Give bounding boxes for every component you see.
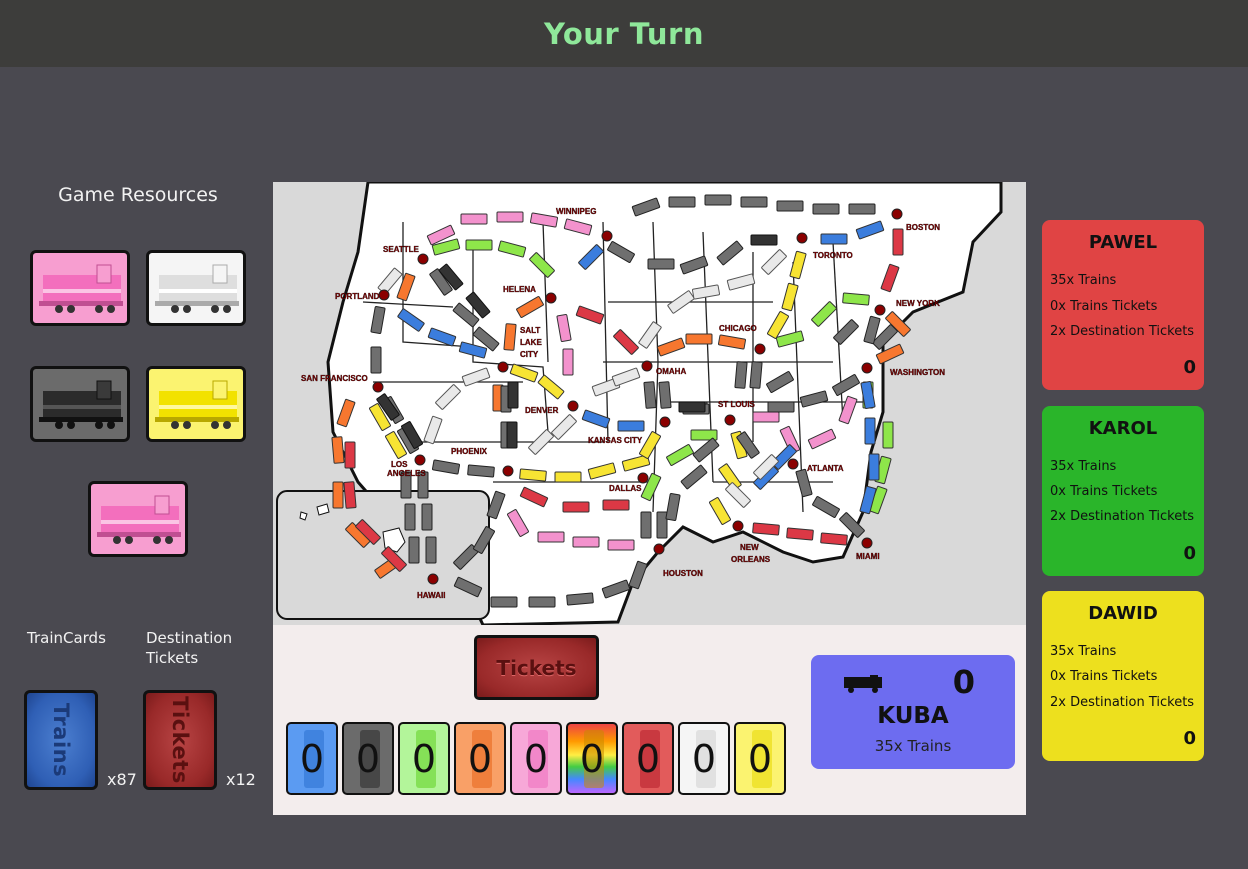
face-up-card-pink[interactable] <box>88 481 188 557</box>
player-hand: 0 0 0 0 0 0 0 0 0 <box>286 722 786 795</box>
train-car-icon <box>97 495 181 544</box>
opponent-destination-tickets: 2x Destination Tickets <box>1050 695 1195 710</box>
svg-text:ST LOUIS: ST LOUIS <box>718 400 756 409</box>
train-deck-label: TrainCards <box>27 629 106 647</box>
train-car-icon <box>39 264 123 313</box>
face-up-card-black[interactable] <box>30 366 130 442</box>
opponent-train-tickets: 0x Trains Tickets <box>1050 669 1158 684</box>
svg-text:PORTLAND: PORTLAND <box>335 292 380 301</box>
current-player-name: KUBA <box>877 703 949 729</box>
svg-text:BOSTON: BOSTON <box>906 223 940 232</box>
hand-card-count: 0 <box>355 736 381 781</box>
svg-text:DENVER: DENVER <box>525 406 559 415</box>
hand-card-count: 0 <box>523 736 549 781</box>
hand-card-orange[interactable]: 0 <box>454 722 506 795</box>
hand-card-green[interactable]: 0 <box>398 722 450 795</box>
opponent-trains: 35x Trains <box>1050 273 1117 288</box>
svg-text:KANSAS CITY: KANSAS CITY <box>588 436 643 445</box>
svg-text:HELENA: HELENA <box>503 285 536 294</box>
svg-text:ANGELES: ANGELES <box>387 469 426 478</box>
svg-text:WASHINGTON: WASHINGTON <box>890 368 945 377</box>
train-deck[interactable]: Trains <box>24 690 98 790</box>
opponent-panel-karol: KAROL 35x Trains 0x Trains Tickets 2x De… <box>1042 406 1204 576</box>
svg-text:HAWAII: HAWAII <box>417 591 445 600</box>
svg-text:CHICAGO: CHICAGO <box>719 324 757 333</box>
svg-text:SAN FRANCISCO: SAN FRANCISCO <box>301 374 368 383</box>
face-up-card-white[interactable] <box>146 250 246 326</box>
svg-text:MIAMI: MIAMI <box>856 552 880 561</box>
svg-text:SALT: SALT <box>520 326 540 335</box>
resources-title: Game Resources <box>58 184 218 206</box>
hand-card-count: 0 <box>691 736 717 781</box>
hand-card-blue[interactable]: 0 <box>286 722 338 795</box>
opponent-trains: 35x Trains <box>1050 644 1117 659</box>
hand-card-count: 0 <box>635 736 661 781</box>
opponent-train-tickets: 0x Trains Tickets <box>1050 484 1158 499</box>
svg-text:CITY: CITY <box>520 350 539 359</box>
svg-text:NEW YORK: NEW YORK <box>896 299 940 308</box>
opponent-name: DAWID <box>1088 603 1158 624</box>
draw-tickets-button[interactable]: Tickets <box>474 635 599 700</box>
ticket-deck-label: Destination Tickets <box>146 629 233 667</box>
current-player-trains: 35x Trains <box>874 737 952 755</box>
opponent-destination-tickets: 2x Destination Tickets <box>1050 324 1195 339</box>
svg-text:HOUSTON: HOUSTON <box>663 569 703 578</box>
opponent-panel-dawid: DAWID 35x Trains 0x Trains Tickets 2x De… <box>1042 591 1204 761</box>
turn-header: Your Turn <box>0 0 1248 67</box>
game-board: SEATTLE PORTLAND SAN FRANCISCO LOS ANGELES … <box>273 182 1026 815</box>
train-deck-text: Trains <box>49 702 73 778</box>
svg-text:DALLAS: DALLAS <box>609 484 642 493</box>
train-deck-count: x87 <box>107 770 137 789</box>
hand-card-yellow[interactable]: 0 <box>734 722 786 795</box>
train-icon <box>844 675 882 693</box>
ticket-deck-text: Tickets <box>168 696 192 784</box>
current-player-score: 0 <box>952 663 975 701</box>
opponent-panel-pawel: PAWEL 35x Trains 0x Trains Tickets 2x De… <box>1042 220 1204 390</box>
svg-text:LOS: LOS <box>391 460 408 469</box>
hand-card-count: 0 <box>747 736 773 781</box>
svg-text:TORONTO: TORONTO <box>813 251 853 260</box>
turn-title: Your Turn <box>544 16 704 51</box>
opponent-destination-tickets: 2x Destination Tickets <box>1050 509 1195 524</box>
hand-card-white[interactable]: 0 <box>678 722 730 795</box>
map-svg: SEATTLEPORTLANDSAN FRANCISCO LOSANGELES … <box>276 182 1003 625</box>
opponent-score: 0 <box>1183 728 1196 749</box>
svg-text:ORLEANS: ORLEANS <box>731 555 771 564</box>
usa-route-map[interactable]: SEATTLE PORTLAND SAN FRANCISCO LOS ANGELES … <box>273 182 1026 625</box>
opponent-score: 0 <box>1183 357 1196 378</box>
train-car-icon <box>39 380 123 429</box>
opponent-name: KAROL <box>1088 418 1158 439</box>
opponent-train-tickets: 0x Trains Tickets <box>1050 299 1158 314</box>
svg-text:LAKE: LAKE <box>520 338 542 347</box>
train-car-icon <box>155 264 239 313</box>
svg-text:SEATTLE: SEATTLE <box>383 245 420 254</box>
hand-card-pink[interactable]: 0 <box>510 722 562 795</box>
face-up-card-yellow[interactable] <box>146 366 246 442</box>
svg-text:WINNIPEG: WINNIPEG <box>556 207 596 216</box>
draw-tickets-label: Tickets <box>496 655 577 680</box>
ticket-deck[interactable]: Tickets <box>143 690 217 790</box>
hand-card-black[interactable]: 0 <box>342 722 394 795</box>
train-car-icon <box>155 380 239 429</box>
opponent-trains: 35x Trains <box>1050 459 1117 474</box>
opponent-score: 0 <box>1183 543 1196 564</box>
hand-card-count: 0 <box>299 736 325 781</box>
svg-text:NEW: NEW <box>740 543 759 552</box>
hand-card-red[interactable]: 0 <box>622 722 674 795</box>
hand-card-count: 0 <box>411 736 437 781</box>
face-up-card-pink[interactable] <box>30 250 130 326</box>
hand-card-count: 0 <box>467 736 493 781</box>
svg-text:OMAHA: OMAHA <box>656 367 686 376</box>
current-player-panel: 0 KUBA 35x Trains <box>811 655 1015 769</box>
svg-text:PHOENIX: PHOENIX <box>451 447 488 456</box>
ticket-deck-count: x12 <box>226 770 256 789</box>
hand-card-locomotive[interactable]: 0 <box>566 722 618 795</box>
opponent-name: PAWEL <box>1088 232 1158 253</box>
hand-card-count: 0 <box>579 736 605 781</box>
svg-text:ATLANTA: ATLANTA <box>807 464 844 473</box>
